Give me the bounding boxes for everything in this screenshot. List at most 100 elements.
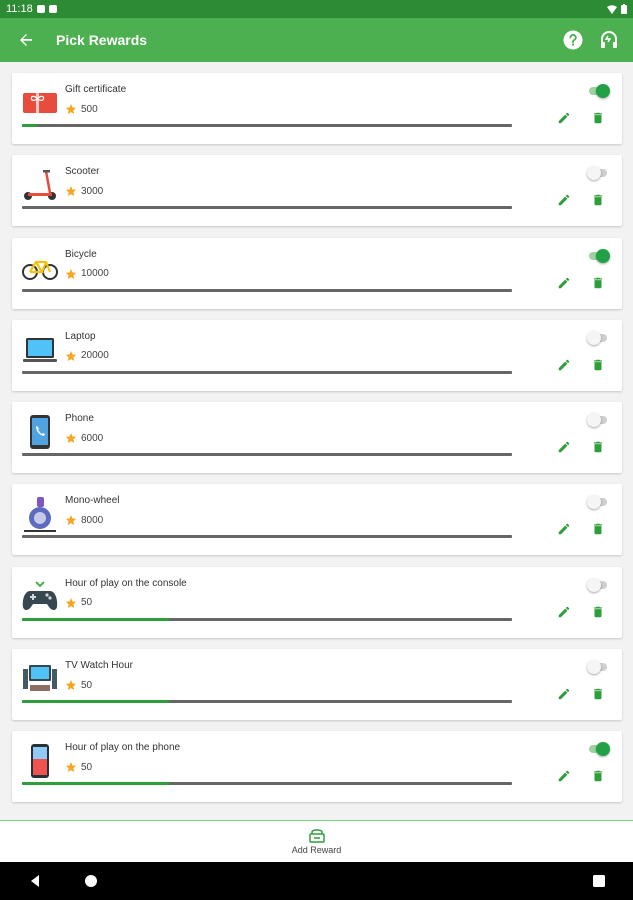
reward-points: 50 bbox=[65, 679, 92, 691]
nav-home-icon[interactable] bbox=[84, 874, 98, 888]
gamepad-icon bbox=[22, 581, 58, 610]
reward-name: TV Watch Hour bbox=[65, 660, 133, 672]
reset-button[interactable] bbox=[599, 30, 619, 50]
reward-enable-toggle[interactable] bbox=[587, 84, 610, 98]
reward-name: Gift certificate bbox=[65, 84, 127, 95]
reward-name: Phone bbox=[65, 413, 94, 425]
gift-card-icon bbox=[23, 93, 57, 113]
edit-icon[interactable] bbox=[557, 193, 571, 207]
delete-icon[interactable] bbox=[591, 440, 605, 454]
star-icon bbox=[65, 515, 77, 526]
toggle-knob bbox=[596, 248, 610, 263]
toggle-knob bbox=[587, 413, 601, 428]
reward-progress-bar bbox=[22, 453, 512, 457]
delete-icon[interactable] bbox=[591, 522, 605, 536]
edit-icon[interactable] bbox=[557, 769, 571, 783]
reward-points-value: 50 bbox=[81, 761, 93, 773]
help-button[interactable] bbox=[563, 30, 583, 50]
add-reward-button[interactable]: Add Reward bbox=[0, 820, 633, 862]
star-icon bbox=[65, 104, 77, 114]
reward-points-value: 3000 bbox=[81, 185, 104, 197]
back-button[interactable] bbox=[0, 18, 52, 62]
reward-enable-toggle[interactable] bbox=[587, 166, 609, 181]
edit-icon[interactable] bbox=[557, 276, 571, 290]
reward-progress-bar bbox=[22, 288, 512, 292]
battery-icon bbox=[621, 4, 627, 14]
reward-progress-fill bbox=[22, 782, 169, 786]
reward-progress-fill bbox=[22, 617, 169, 621]
reward-name: Bicycle bbox=[65, 248, 97, 260]
delete-icon[interactable] bbox=[591, 276, 605, 290]
edit-icon[interactable] bbox=[557, 440, 571, 454]
toggle-knob bbox=[587, 495, 601, 510]
reward-points: 500 bbox=[65, 103, 98, 115]
reward-progress-fill bbox=[22, 124, 37, 127]
bicycle-icon bbox=[22, 260, 58, 280]
reward-progress-bar bbox=[22, 370, 512, 374]
delete-icon[interactable] bbox=[591, 769, 605, 783]
status-bar: 11:18 bbox=[0, 0, 633, 18]
delete-icon[interactable] bbox=[591, 605, 605, 619]
delete-icon[interactable] bbox=[591, 193, 605, 207]
reward-card-console[interactable]: Hour of play on the console 50 bbox=[12, 566, 622, 638]
reward-enable-toggle[interactable] bbox=[587, 577, 609, 592]
toggle-knob bbox=[587, 577, 601, 592]
reward-enable-toggle[interactable] bbox=[587, 660, 609, 675]
reward-points: 3000 bbox=[65, 185, 103, 197]
reward-card-phone-play[interactable]: Hour of play on the phone 50 bbox=[12, 731, 622, 803]
star-icon bbox=[65, 433, 77, 444]
reward-points-value: 10000 bbox=[81, 268, 109, 280]
star-icon bbox=[65, 186, 77, 197]
reward-enable-toggle[interactable] bbox=[587, 742, 610, 757]
reward-points-value: 8000 bbox=[81, 514, 104, 526]
reward-name: Hour of play on the console bbox=[65, 577, 187, 589]
reward-points-value: 500 bbox=[81, 103, 98, 115]
reward-list: Gift certificate 500 Scooter 3000 Bicycl… bbox=[12, 73, 622, 814]
reward-enable-toggle[interactable] bbox=[587, 248, 610, 263]
reward-card-bicycle[interactable]: Bicycle 10000 bbox=[12, 237, 622, 309]
nav-back-icon[interactable] bbox=[28, 874, 42, 888]
reward-card-phone[interactable]: Phone 6000 bbox=[12, 402, 622, 474]
reset-icon bbox=[601, 31, 617, 48]
toggle-knob bbox=[596, 742, 610, 757]
edit-icon[interactable] bbox=[557, 358, 571, 372]
phone-icon bbox=[30, 415, 50, 450]
toggle-knob bbox=[587, 330, 601, 345]
edit-icon[interactable] bbox=[557, 111, 571, 125]
wifi-icon bbox=[607, 4, 617, 14]
reward-card-laptop[interactable]: Laptop 20000 bbox=[12, 319, 622, 391]
reward-progress-fill bbox=[22, 700, 169, 704]
app-bar: Pick Rewards bbox=[0, 18, 633, 62]
reward-progress-bar bbox=[22, 206, 512, 210]
edit-icon[interactable] bbox=[557, 522, 571, 536]
reward-enable-toggle[interactable] bbox=[587, 413, 609, 428]
reward-points-value: 50 bbox=[81, 597, 93, 609]
delete-icon[interactable] bbox=[591, 358, 605, 372]
reward-points: 8000 bbox=[65, 514, 103, 526]
reward-name: Laptop bbox=[65, 330, 96, 342]
mono-wheel-icon bbox=[24, 497, 56, 533]
edit-icon[interactable] bbox=[557, 687, 571, 701]
toggle-knob bbox=[587, 660, 601, 675]
star-icon bbox=[65, 350, 77, 361]
delete-icon[interactable] bbox=[591, 111, 605, 125]
reward-card-tv[interactable]: TV Watch Hour 50 bbox=[12, 649, 622, 721]
reward-enable-toggle[interactable] bbox=[587, 495, 609, 510]
reward-enable-toggle[interactable] bbox=[587, 330, 609, 345]
reward-points: 10000 bbox=[65, 268, 109, 280]
reward-card-mono-wheel[interactable]: Mono-wheel 8000 bbox=[12, 484, 622, 556]
add-reward-label: Add Reward bbox=[291, 844, 342, 855]
reward-points: 50 bbox=[65, 597, 92, 609]
edit-icon[interactable] bbox=[557, 605, 571, 619]
delete-icon[interactable] bbox=[591, 687, 605, 701]
star-icon bbox=[65, 680, 77, 691]
reward-card-gift-certificate[interactable]: Gift certificate 500 bbox=[12, 73, 622, 144]
nav-recents-icon[interactable] bbox=[592, 874, 606, 888]
arrow-back-icon bbox=[20, 34, 32, 46]
reward-points: 20000 bbox=[65, 350, 109, 362]
reward-card-scooter[interactable]: Scooter 3000 bbox=[12, 155, 622, 227]
system-nav-bar bbox=[0, 862, 633, 900]
tv-icon bbox=[23, 665, 57, 692]
laptop-icon bbox=[23, 337, 57, 362]
star-icon bbox=[65, 597, 77, 608]
